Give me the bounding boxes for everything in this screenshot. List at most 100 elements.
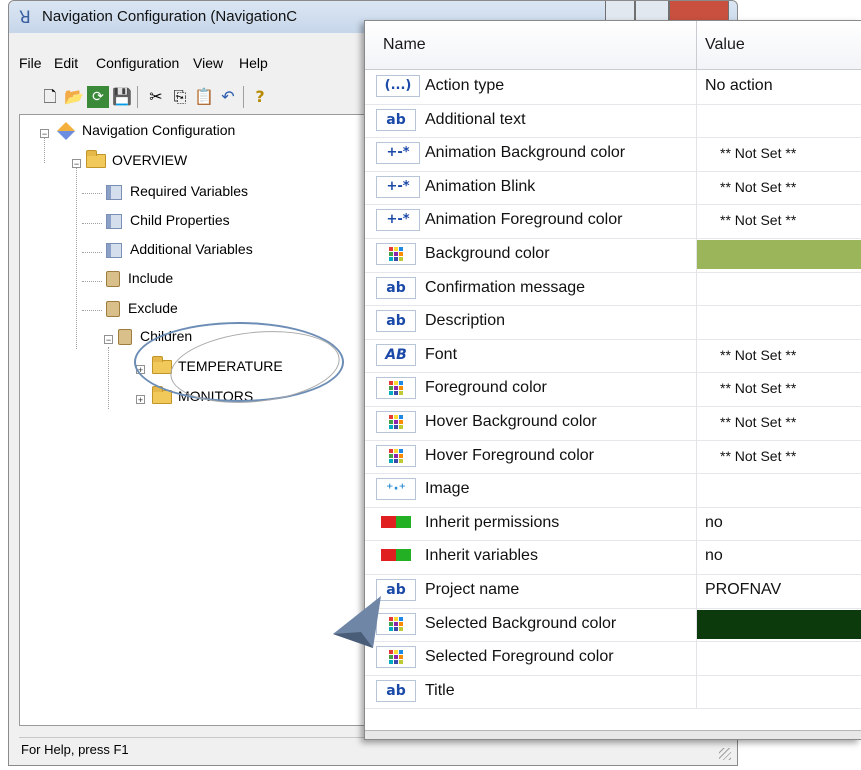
property-row[interactable]: Inherit variables no xyxy=(365,540,861,575)
text-property-icon: ab xyxy=(376,679,416,702)
variables-icon xyxy=(106,242,122,258)
property-row[interactable]: AB Font ** Not Set ** xyxy=(365,338,861,374)
tree-node-include[interactable]: Include xyxy=(106,270,173,292)
status-bar: For Help, press F1 xyxy=(19,737,733,763)
menu-file[interactable]: File xyxy=(19,55,42,71)
property-row[interactable]: Hover Foreground color ** Not Set ** xyxy=(365,439,861,475)
property-row[interactable]: Background color xyxy=(365,238,861,273)
tree-node-required-variables[interactable]: Required Variables xyxy=(106,183,248,205)
property-row[interactable]: +-* Animation Background color ** Not Set … xyxy=(365,137,861,172)
refresh-icon[interactable]: ⟳ xyxy=(87,86,109,108)
help-icon[interactable]: ? xyxy=(249,86,271,108)
toolbar-separator xyxy=(243,86,244,108)
column-divider xyxy=(696,674,697,709)
property-row[interactable]: ⁺·⁺ Image xyxy=(365,473,861,508)
property-name: Animation Blink xyxy=(425,177,536,195)
color-swatch[interactable] xyxy=(697,240,861,269)
folder-open-icon xyxy=(86,150,106,169)
script-icon xyxy=(118,329,132,346)
column-divider xyxy=(696,406,697,440)
property-row[interactable]: ab Title xyxy=(365,674,861,710)
tree-node-exclude[interactable]: Exclude xyxy=(106,300,178,322)
property-row[interactable]: Foreground color ** Not Set ** xyxy=(365,372,861,407)
property-row[interactable]: Selected Background color xyxy=(365,607,861,643)
new-icon[interactable]: 🗋 xyxy=(39,86,61,108)
expand-icon[interactable]: + xyxy=(136,395,145,405)
property-grid-header: Name Value xyxy=(365,21,861,70)
menu-configuration[interactable]: Configuration xyxy=(96,55,179,71)
property-value[interactable]: no xyxy=(705,514,723,532)
tree-line xyxy=(82,252,102,253)
property-grid-footer xyxy=(365,730,861,739)
menu-view[interactable]: View xyxy=(193,55,223,71)
property-value[interactable]: ** Not Set ** xyxy=(720,448,796,464)
property-name: Inherit permissions xyxy=(425,513,560,531)
image-icon: ⁺·⁺ xyxy=(376,478,416,501)
property-value[interactable]: ** Not Set ** xyxy=(720,414,796,430)
tree-node-additional-variables[interactable]: Additional Variables xyxy=(106,241,253,263)
property-name: Font xyxy=(425,345,458,363)
property-row[interactable]: ab Description xyxy=(365,305,861,340)
property-value[interactable]: ** Not Set ** xyxy=(720,179,796,195)
tree-node-child-properties[interactable]: Child Properties xyxy=(106,212,230,234)
column-divider xyxy=(696,439,697,474)
toggle-icon xyxy=(376,511,416,534)
collapse-icon[interactable]: − xyxy=(104,335,113,345)
copy-icon[interactable]: ⎘ xyxy=(169,86,191,108)
toolbar-separator xyxy=(137,86,138,108)
column-divider xyxy=(696,70,697,104)
property-value[interactable]: No action xyxy=(705,77,773,95)
property-value[interactable]: ** Not Set ** xyxy=(720,347,796,363)
animation-icon: +-* xyxy=(376,142,420,165)
property-value[interactable]: ** Not Set ** xyxy=(720,145,796,161)
property-row[interactable]: +-* Animation Blink ** Not Set ** xyxy=(365,170,861,206)
font-icon: AB xyxy=(376,343,416,366)
undo-icon[interactable]: ↶ xyxy=(217,86,239,108)
tree-node-overview[interactable]: OVERVIEW xyxy=(86,150,187,174)
property-value[interactable]: PROFNAV xyxy=(705,581,781,599)
property-row[interactable]: (...) Action type No action xyxy=(365,70,861,105)
property-name: Additional text xyxy=(425,110,526,128)
column-header-value[interactable]: Value xyxy=(705,36,745,54)
property-value[interactable]: ** Not Set ** xyxy=(720,212,796,228)
property-name: Selected Foreground color xyxy=(425,648,614,666)
color-swatch[interactable] xyxy=(697,609,861,639)
tree-node-root[interactable]: Navigation Configuration xyxy=(56,122,235,144)
column-divider xyxy=(696,372,697,406)
property-row[interactable]: ab Confirmation message xyxy=(365,271,861,307)
text-property-icon: ab xyxy=(376,310,416,333)
toolbar: 🗋 📂 ⟳ 💾 ✂ ⎘ 📋 ↶ ? xyxy=(29,83,371,113)
tree-line xyxy=(82,281,102,282)
collapse-icon[interactable]: − xyxy=(40,129,49,139)
animation-icon: +-* xyxy=(376,175,420,198)
column-divider xyxy=(696,338,697,373)
column-header-name[interactable]: Name xyxy=(383,36,426,54)
property-value[interactable]: ** Not Set ** xyxy=(720,380,796,396)
property-name: Inherit variables xyxy=(425,547,538,565)
resize-grip[interactable] xyxy=(719,748,731,760)
property-name: Action type xyxy=(425,77,505,94)
property-name: Background color xyxy=(425,245,550,262)
script-icon xyxy=(106,271,120,288)
property-row[interactable]: Hover Background color ** Not Set ** xyxy=(365,406,861,441)
column-divider xyxy=(696,305,697,339)
property-row[interactable]: +-* Animation Foreground color ** Not Set … xyxy=(365,204,861,239)
menu-edit[interactable]: Edit xyxy=(54,55,78,71)
property-row[interactable]: Selected Foreground color xyxy=(365,641,861,676)
column-divider xyxy=(696,540,697,574)
column-divider xyxy=(696,574,697,608)
property-row[interactable]: ab Additional text xyxy=(365,103,861,139)
cut-icon[interactable]: ✂ xyxy=(145,86,167,108)
property-value[interactable]: no xyxy=(705,547,723,565)
paste-icon[interactable]: 📋 xyxy=(193,86,215,108)
column-divider[interactable] xyxy=(696,21,697,69)
property-row[interactable]: ab Project name PROFNAV xyxy=(365,574,861,609)
collapse-icon[interactable]: − xyxy=(72,159,81,169)
open-icon[interactable]: 📂 xyxy=(63,86,85,108)
property-row[interactable]: Inherit permissions no xyxy=(365,506,861,542)
menu-help[interactable]: Help xyxy=(239,55,268,71)
save-icon[interactable]: 💾 xyxy=(111,86,133,108)
column-divider xyxy=(696,271,697,306)
color-palette-icon xyxy=(376,243,416,265)
navigation-tree[interactable]: − Navigation Configuration − OVERVIEW Re… xyxy=(19,114,382,726)
